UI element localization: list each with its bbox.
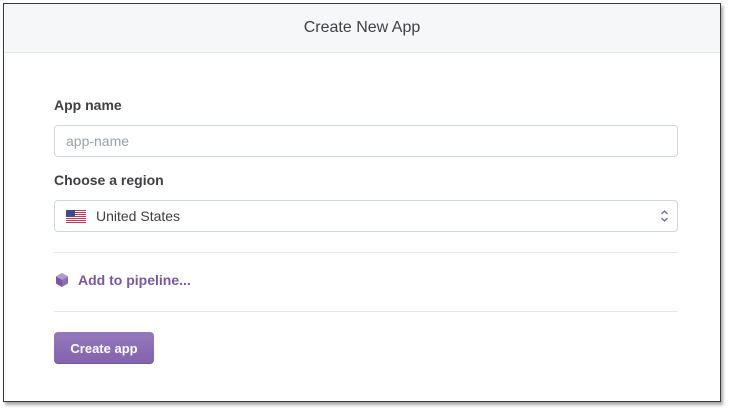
app-name-label: App name [54,97,122,113]
us-flag-icon [66,209,86,223]
region-value: United States [96,208,181,224]
pipeline-hexagon-icon [56,273,68,287]
divider-bottom [54,311,678,312]
dialog-title: Create New App [303,19,421,36]
add-to-pipeline-link[interactable]: Add to pipeline... [54,272,191,288]
region-label: Choose a region [54,172,164,188]
create-app-button[interactable]: Create app [54,332,154,364]
chevron-up-down-icon [661,210,668,222]
dialog-header: Create New App [4,4,720,53]
divider-top [54,252,678,253]
app-name-field[interactable] [54,125,678,157]
create-app-dialog: Create New App App name Choose a region … [3,3,721,402]
add-to-pipeline-label: Add to pipeline... [78,272,191,288]
region-select[interactable]: United States [54,200,678,232]
app-name-input[interactable] [66,133,677,149]
